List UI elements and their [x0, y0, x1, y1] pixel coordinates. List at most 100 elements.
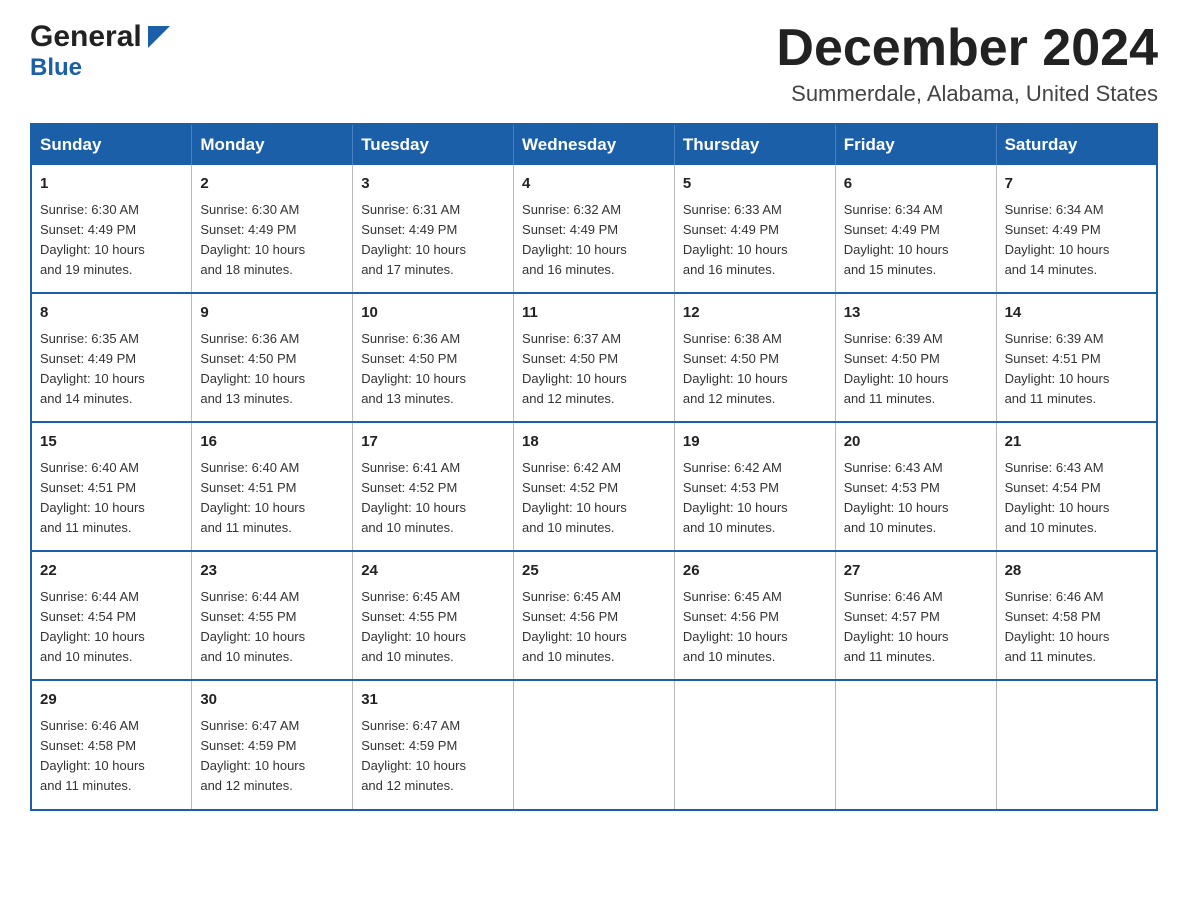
table-row: 28 Sunrise: 6:46 AMSunset: 4:58 PMDaylig… — [996, 551, 1157, 680]
day-number: 13 — [844, 302, 988, 325]
table-row: 11 Sunrise: 6:37 AMSunset: 4:50 PMDaylig… — [514, 293, 675, 422]
logo-blue-text: Blue — [30, 54, 82, 81]
day-number: 1 — [40, 173, 183, 196]
day-info: Sunrise: 6:37 AMSunset: 4:50 PMDaylight:… — [522, 329, 666, 410]
day-number: 19 — [683, 431, 827, 454]
day-info: Sunrise: 6:46 AMSunset: 4:58 PMDaylight:… — [1005, 587, 1148, 668]
day-number: 31 — [361, 689, 505, 712]
day-info: Sunrise: 6:39 AMSunset: 4:51 PMDaylight:… — [1005, 329, 1148, 410]
day-number: 6 — [844, 173, 988, 196]
day-info: Sunrise: 6:36 AMSunset: 4:50 PMDaylight:… — [361, 329, 505, 410]
title-area: December 2024 Summerdale, Alabama, Unite… — [776, 20, 1158, 107]
table-row: 26 Sunrise: 6:45 AMSunset: 4:56 PMDaylig… — [674, 551, 835, 680]
table-row: 10 Sunrise: 6:36 AMSunset: 4:50 PMDaylig… — [353, 293, 514, 422]
table-row: 7 Sunrise: 6:34 AMSunset: 4:49 PMDayligh… — [996, 165, 1157, 293]
day-number: 27 — [844, 560, 988, 583]
table-row: 31 Sunrise: 6:47 AMSunset: 4:59 PMDaylig… — [353, 680, 514, 809]
week-row-1: 1 Sunrise: 6:30 AMSunset: 4:49 PMDayligh… — [31, 165, 1157, 293]
day-number: 3 — [361, 173, 505, 196]
table-row: 3 Sunrise: 6:31 AMSunset: 4:49 PMDayligh… — [353, 165, 514, 293]
day-number: 15 — [40, 431, 183, 454]
day-info: Sunrise: 6:47 AMSunset: 4:59 PMDaylight:… — [200, 716, 344, 797]
week-row-3: 15 Sunrise: 6:40 AMSunset: 4:51 PMDaylig… — [31, 422, 1157, 551]
col-header-tuesday: Tuesday — [353, 124, 514, 165]
table-row: 19 Sunrise: 6:42 AMSunset: 4:53 PMDaylig… — [674, 422, 835, 551]
week-row-5: 29 Sunrise: 6:46 AMSunset: 4:58 PMDaylig… — [31, 680, 1157, 809]
day-info: Sunrise: 6:46 AMSunset: 4:58 PMDaylight:… — [40, 716, 183, 797]
calendar-header: SundayMondayTuesdayWednesdayThursdayFrid… — [31, 124, 1157, 165]
table-row: 20 Sunrise: 6:43 AMSunset: 4:53 PMDaylig… — [835, 422, 996, 551]
day-info: Sunrise: 6:34 AMSunset: 4:49 PMDaylight:… — [1005, 200, 1148, 281]
day-info: Sunrise: 6:43 AMSunset: 4:54 PMDaylight:… — [1005, 458, 1148, 539]
col-header-thursday: Thursday — [674, 124, 835, 165]
day-info: Sunrise: 6:34 AMSunset: 4:49 PMDaylight:… — [844, 200, 988, 281]
day-info: Sunrise: 6:47 AMSunset: 4:59 PMDaylight:… — [361, 716, 505, 797]
day-number: 21 — [1005, 431, 1148, 454]
table-row: 18 Sunrise: 6:42 AMSunset: 4:52 PMDaylig… — [514, 422, 675, 551]
day-number: 16 — [200, 431, 344, 454]
day-info: Sunrise: 6:40 AMSunset: 4:51 PMDaylight:… — [40, 458, 183, 539]
col-header-wednesday: Wednesday — [514, 124, 675, 165]
day-info: Sunrise: 6:44 AMSunset: 4:55 PMDaylight:… — [200, 587, 344, 668]
table-row: 24 Sunrise: 6:45 AMSunset: 4:55 PMDaylig… — [353, 551, 514, 680]
page-header: General Blue December 2024 Summerdale, A… — [30, 20, 1158, 107]
day-number: 7 — [1005, 173, 1148, 196]
day-info: Sunrise: 6:35 AMSunset: 4:49 PMDaylight:… — [40, 329, 183, 410]
table-row: 13 Sunrise: 6:39 AMSunset: 4:50 PMDaylig… — [835, 293, 996, 422]
table-row: 17 Sunrise: 6:41 AMSunset: 4:52 PMDaylig… — [353, 422, 514, 551]
day-number: 5 — [683, 173, 827, 196]
day-info: Sunrise: 6:40 AMSunset: 4:51 PMDaylight:… — [200, 458, 344, 539]
table-row: 29 Sunrise: 6:46 AMSunset: 4:58 PMDaylig… — [31, 680, 192, 809]
day-info: Sunrise: 6:42 AMSunset: 4:53 PMDaylight:… — [683, 458, 827, 539]
calendar-table: SundayMondayTuesdayWednesdayThursdayFrid… — [30, 123, 1158, 810]
day-number: 24 — [361, 560, 505, 583]
col-header-monday: Monday — [192, 124, 353, 165]
month-title: December 2024 — [776, 20, 1158, 77]
table-row: 9 Sunrise: 6:36 AMSunset: 4:50 PMDayligh… — [192, 293, 353, 422]
location-subtitle: Summerdale, Alabama, United States — [776, 81, 1158, 107]
calendar-body: 1 Sunrise: 6:30 AMSunset: 4:49 PMDayligh… — [31, 165, 1157, 809]
day-number: 10 — [361, 302, 505, 325]
table-row: 2 Sunrise: 6:30 AMSunset: 4:49 PMDayligh… — [192, 165, 353, 293]
logo-general-text: General — [30, 20, 142, 54]
day-number: 14 — [1005, 302, 1148, 325]
day-number: 18 — [522, 431, 666, 454]
logo: General Blue — [30, 20, 170, 82]
day-info: Sunrise: 6:32 AMSunset: 4:49 PMDaylight:… — [522, 200, 666, 281]
day-number: 2 — [200, 173, 344, 196]
table-row: 21 Sunrise: 6:43 AMSunset: 4:54 PMDaylig… — [996, 422, 1157, 551]
day-info: Sunrise: 6:46 AMSunset: 4:57 PMDaylight:… — [844, 587, 988, 668]
table-row: 12 Sunrise: 6:38 AMSunset: 4:50 PMDaylig… — [674, 293, 835, 422]
table-row: 14 Sunrise: 6:39 AMSunset: 4:51 PMDaylig… — [996, 293, 1157, 422]
table-row: 16 Sunrise: 6:40 AMSunset: 4:51 PMDaylig… — [192, 422, 353, 551]
table-row: 22 Sunrise: 6:44 AMSunset: 4:54 PMDaylig… — [31, 551, 192, 680]
day-info: Sunrise: 6:39 AMSunset: 4:50 PMDaylight:… — [844, 329, 988, 410]
table-row: 27 Sunrise: 6:46 AMSunset: 4:57 PMDaylig… — [835, 551, 996, 680]
day-number: 17 — [361, 431, 505, 454]
day-info: Sunrise: 6:45 AMSunset: 4:56 PMDaylight:… — [522, 587, 666, 668]
table-row: 1 Sunrise: 6:30 AMSunset: 4:49 PMDayligh… — [31, 165, 192, 293]
day-info: Sunrise: 6:43 AMSunset: 4:53 PMDaylight:… — [844, 458, 988, 539]
day-info: Sunrise: 6:42 AMSunset: 4:52 PMDaylight:… — [522, 458, 666, 539]
day-number: 8 — [40, 302, 183, 325]
table-row: 8 Sunrise: 6:35 AMSunset: 4:49 PMDayligh… — [31, 293, 192, 422]
table-row: 30 Sunrise: 6:47 AMSunset: 4:59 PMDaylig… — [192, 680, 353, 809]
day-number: 29 — [40, 689, 183, 712]
day-info: Sunrise: 6:30 AMSunset: 4:49 PMDaylight:… — [200, 200, 344, 281]
day-number: 12 — [683, 302, 827, 325]
day-info: Sunrise: 6:31 AMSunset: 4:49 PMDaylight:… — [361, 200, 505, 281]
table-row — [996, 680, 1157, 809]
day-number: 20 — [844, 431, 988, 454]
table-row: 5 Sunrise: 6:33 AMSunset: 4:49 PMDayligh… — [674, 165, 835, 293]
week-row-2: 8 Sunrise: 6:35 AMSunset: 4:49 PMDayligh… — [31, 293, 1157, 422]
table-row: 4 Sunrise: 6:32 AMSunset: 4:49 PMDayligh… — [514, 165, 675, 293]
day-info: Sunrise: 6:44 AMSunset: 4:54 PMDaylight:… — [40, 587, 183, 668]
col-header-saturday: Saturday — [996, 124, 1157, 165]
day-number: 25 — [522, 560, 666, 583]
col-header-friday: Friday — [835, 124, 996, 165]
table-row: 23 Sunrise: 6:44 AMSunset: 4:55 PMDaylig… — [192, 551, 353, 680]
day-number: 22 — [40, 560, 183, 583]
day-number: 28 — [1005, 560, 1148, 583]
table-row — [835, 680, 996, 809]
day-info: Sunrise: 6:38 AMSunset: 4:50 PMDaylight:… — [683, 329, 827, 410]
